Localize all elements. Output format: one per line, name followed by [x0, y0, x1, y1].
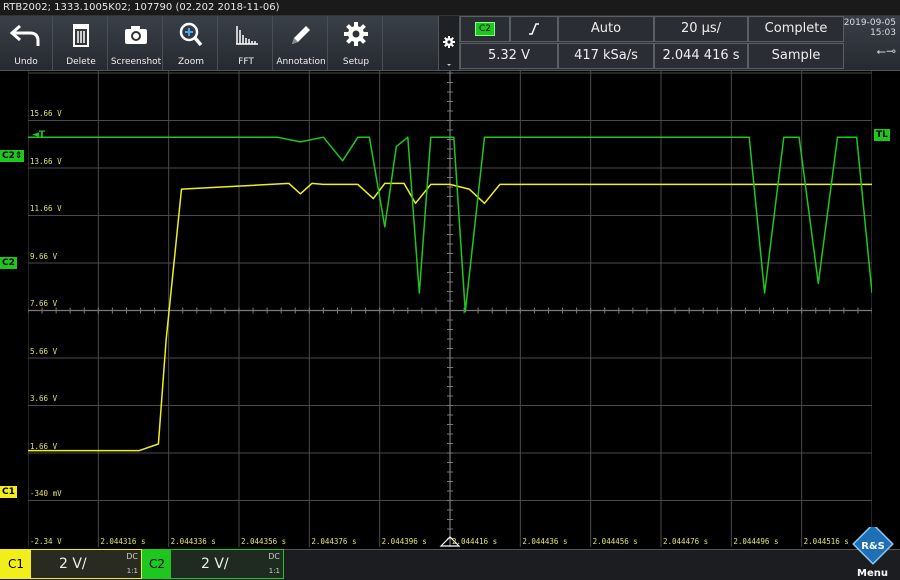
c1-reference-marker[interactable]: C1 [0, 486, 17, 498]
c1-coupling: DC [126, 552, 138, 561]
c2-offset-label: C2 [2, 151, 15, 161]
trigger-source-badge: C2 [474, 21, 495, 36]
y-axis-label: 5.66 V [30, 346, 58, 356]
datetime: 2019-09-05 15:03 ⭠⊸ [838, 16, 900, 70]
delete-button[interactable]: Delete [55, 16, 108, 70]
y-axis-label: 13.66 V [30, 156, 62, 166]
delete-label: Delete [66, 57, 96, 67]
y-axis-label: 7.66 V [30, 299, 58, 308]
x-axis-label: 2.044336 s [170, 537, 216, 546]
brand-text: R&S [861, 541, 885, 552]
c2-reference-marker[interactable]: C2 [0, 257, 17, 269]
fft-button[interactable]: FFT [220, 16, 273, 70]
zoom-icon [179, 22, 203, 47]
gear-icon [344, 22, 368, 46]
y-axis-label: 11.66 V [30, 204, 62, 213]
screenshot-button[interactable]: Screenshot [110, 16, 163, 70]
horizontal-position[interactable]: 2.044 416 s [654, 43, 748, 69]
c2-offset-marker[interactable]: C2⇕ [0, 150, 25, 162]
brand-logo-icon: R&S [852, 523, 894, 565]
y-axis-label: -2.34 V [30, 536, 62, 546]
zoom-button[interactable]: Zoom [165, 16, 218, 70]
c1-label: C1 [1, 550, 31, 578]
undo-icon [9, 24, 40, 46]
c2-label: C2 [143, 550, 171, 578]
c1-ratio: 1:1 [126, 567, 138, 575]
x-axis-label: 2.044476 s [663, 537, 709, 546]
y-axis-label: 9.66 V [30, 251, 58, 261]
x-axis-label: 2.044496 s [733, 537, 779, 546]
y-axis-label: 15.66 V [30, 109, 62, 118]
zoom-label: Zoom [178, 57, 204, 67]
y-axis-label: 1.66 V [30, 441, 58, 451]
usb-icon: ⭠⊸ [876, 44, 896, 58]
c1-scale: 2 V/ [59, 556, 87, 572]
undo-label: Undo [14, 57, 38, 67]
setup-label: Setup [342, 57, 370, 67]
c2-ratio: 1:1 [268, 567, 280, 575]
window-title: RTB2002; 1333.1005K02; 107790 (02.202 20… [0, 0, 900, 16]
trigger-level[interactable]: 5.32 V [460, 43, 558, 69]
annotation-label: Annotation [276, 57, 326, 67]
trigger-slope[interactable] [510, 16, 558, 42]
camera-icon [125, 26, 147, 44]
channel-c2-box[interactable]: C2 2 V/ DC 1:1 [142, 549, 284, 579]
x-axis-label: 2.044376 s [311, 537, 357, 546]
gear-icon [443, 36, 455, 66]
x-axis-label: 2.044356 s [241, 537, 287, 546]
acquisition-type[interactable]: Sample [748, 43, 844, 69]
annotation-button[interactable]: Annotation [275, 16, 328, 70]
x-axis-label: 2.044416 s [452, 537, 498, 546]
undo-button[interactable]: Undo [0, 16, 53, 70]
waveform-display[interactable] [28, 71, 872, 547]
x-axis-label: 2.044316 s [100, 537, 146, 546]
time: 15:03 [870, 28, 896, 38]
y-axis-label: -340 mV [30, 489, 62, 498]
menu-button[interactable]: R&S Menu [845, 523, 900, 579]
channel-c1-box[interactable]: C1 2 V/ DC 1:1 [0, 549, 142, 579]
c2-coupling: DC [268, 552, 280, 561]
screenshot-label: Screenshot [110, 57, 162, 67]
rising-edge-icon [529, 22, 539, 35]
menu-label: Menu [857, 568, 888, 579]
timebase[interactable]: 20 µs/ [654, 16, 748, 42]
trigger-mode[interactable]: Auto [558, 16, 654, 42]
setup-button[interactable]: Setup [330, 16, 383, 70]
y-axis-label: 3.66 V [30, 394, 58, 403]
trigger-source[interactable]: C2 [460, 16, 510, 42]
x-axis-label: 2.044436 s [522, 537, 568, 546]
c2-scale: 2 V/ [201, 556, 229, 572]
sample-rate[interactable]: 417 kSa/s [558, 43, 654, 69]
pencil-icon [292, 26, 310, 44]
fft-icon [236, 26, 258, 45]
trigger-position-marker[interactable]: ◄T [30, 129, 47, 141]
trash-icon [73, 24, 89, 47]
x-axis-label: 2.044516 s [803, 537, 849, 546]
date: 2019-09-05 [843, 18, 896, 28]
trigger-settings-button[interactable] [438, 16, 460, 70]
x-axis-label: 2.044456 s [592, 537, 638, 546]
x-axis-label: 2.044396 s [381, 537, 427, 546]
fft-label: FFT [238, 57, 254, 67]
acquisition-state[interactable]: Complete [748, 16, 844, 42]
trigger-level-marker[interactable]: TL [874, 129, 890, 141]
